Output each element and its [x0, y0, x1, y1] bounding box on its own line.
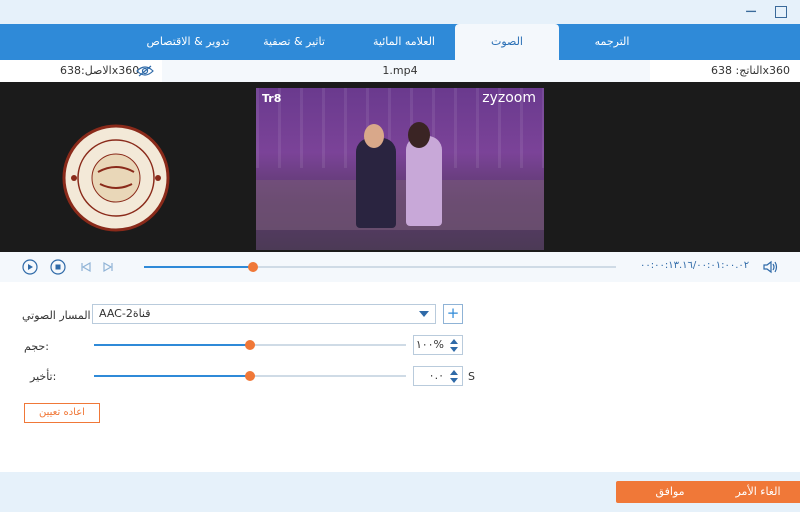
forum-stamp-icon: [62, 124, 170, 232]
spin-down-icon[interactable]: [450, 347, 458, 352]
close-icon[interactable]: [772, 3, 790, 21]
next-frame-icon[interactable]: [100, 259, 116, 275]
timecode: ٠٠:٠٠:١٣.١٦/٠٠:٠١:٠٠.٠٢: [640, 260, 750, 271]
play-icon[interactable]: [22, 259, 38, 275]
timeline-slider[interactable]: [144, 262, 616, 272]
tab-bar: تدوير & الاقتصاص تاثير & تصفية العلامه ا…: [0, 24, 800, 60]
chevron-down-icon: [419, 311, 429, 317]
delay-slider-handle[interactable]: [245, 371, 255, 381]
add-audio-track-button[interactable]: +: [443, 304, 463, 324]
timeline-handle[interactable]: [247, 262, 258, 272]
video-frame: Tr8 zyzoom: [256, 88, 544, 250]
volume-slider[interactable]: [94, 340, 406, 350]
tab-rotate-crop[interactable]: تدوير & الاقتصاص: [140, 24, 236, 60]
stop-icon[interactable]: [50, 259, 66, 275]
channel-logo: Tr8: [262, 92, 282, 105]
minimize-icon[interactable]: ─: [742, 3, 760, 21]
delay-spinbox[interactable]: ٠.٠: [413, 366, 463, 386]
tab-effects-filter[interactable]: تاثير & تصفية: [252, 24, 336, 60]
volume-value: ١٠٠%: [415, 338, 444, 351]
volume-spinbox[interactable]: ١٠٠%: [413, 335, 463, 355]
delay-label: تأخير:: [30, 370, 57, 383]
tab-subtitle[interactable]: الترجمه: [570, 24, 654, 60]
zyzoom-logo: zyzoom: [482, 90, 536, 106]
footer-bar: موافق الغاء الأمر: [0, 472, 800, 512]
delay-value: ٠.٠: [428, 369, 444, 382]
volume-slider-handle[interactable]: [245, 340, 255, 350]
reset-button[interactable]: اعاده تعيين: [24, 403, 100, 423]
playback-controls: ٠٠:٠٠:١٣.١٦/٠٠:٠١:٠٠.٠٢: [0, 252, 800, 282]
spin-down-icon[interactable]: [450, 378, 458, 383]
spin-up-icon[interactable]: [450, 370, 458, 375]
audio-track-select[interactable]: AAC-2قناة: [92, 304, 436, 324]
info-bar: الاصل:638x360 1.mp4 الناتج: 638x360: [0, 60, 800, 82]
cancel-button[interactable]: الغاء الأمر: [704, 481, 800, 503]
title-bar: ─: [0, 0, 800, 24]
volume-icon[interactable]: [762, 259, 778, 275]
delay-unit: S: [468, 370, 475, 383]
volume-label: حجم:: [24, 340, 49, 353]
video-preview: Tr8 zyzoom: [0, 82, 800, 252]
tab-audio[interactable]: الصوت: [455, 24, 559, 60]
delay-slider[interactable]: [94, 371, 406, 381]
output-resolution: الناتج: 638x360: [650, 60, 800, 82]
audio-track-label: المسار الصوتي: [22, 309, 91, 322]
previous-frame-icon[interactable]: [78, 259, 94, 275]
audio-track-value: AAC-2قناة: [99, 307, 151, 320]
tab-watermark[interactable]: العلامه المائية: [356, 24, 452, 60]
spin-up-icon[interactable]: [450, 339, 458, 344]
